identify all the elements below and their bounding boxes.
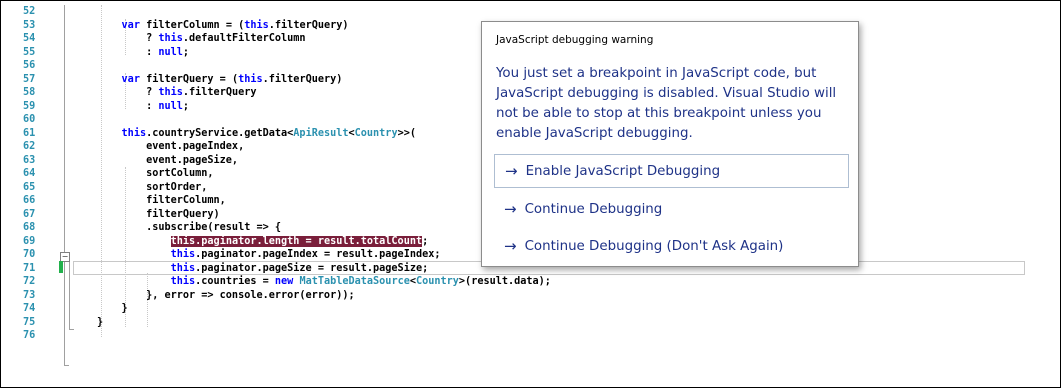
code-text: var filterColumn = (this.filterQuery) (121, 19, 349, 31)
line-number: 65 (23, 181, 36, 193)
javascript-debugging-warning-dialog: JavaScript debugging warning You just se… (481, 21, 859, 267)
code-text: var filterQuery = (this.filterQuery) (121, 73, 343, 85)
line-number: 60 (23, 114, 36, 125)
dialog-message: You just set a breakpoint in JavaScript … (496, 66, 837, 141)
code-text: this.countryService.getData<ApiResult<Co… (121, 127, 416, 139)
right-arrow-icon: → (505, 161, 518, 180)
outline-margin (69, 257, 70, 329)
code-text: : null; (97, 100, 190, 112)
line-number: 76 (23, 330, 36, 341)
code-text: ? this.defaultFilterColumn (97, 33, 306, 44)
line-number: 66 (23, 195, 36, 206)
line-number: 68 (23, 222, 36, 233)
code-text: : null; (97, 46, 190, 58)
line-number: 54 (23, 33, 36, 44)
code-editor[interactable]: − 52 53 var filterColumn = (this.filterQu… (0, 0, 1061, 388)
continue-debugging-dont-ask-again-button[interactable]: → Continue Debugging (Don't Ask Again) (494, 229, 849, 263)
line-number: 55 (23, 46, 36, 58)
change-bar (59, 261, 63, 273)
enable-javascript-debugging-button[interactable]: → Enable JavaScript Debugging (494, 154, 849, 188)
code-text: ? this.filterQuery (97, 87, 257, 98)
line-number: 57 (23, 73, 36, 85)
line-number: 72 (23, 276, 36, 287)
line-number: 62 (23, 141, 36, 152)
outline-margin (64, 5, 65, 365)
option-label: Continue Debugging (Don't Ask Again) (524, 238, 784, 254)
code-text: event.pageIndex, (97, 141, 245, 152)
code-text: this.countries = new MatTableDataSource<… (170, 276, 551, 287)
code-text: } (97, 316, 104, 328)
outline-end (69, 329, 74, 330)
line-number: 71 (23, 262, 36, 274)
code-text: .subscribe(result => { (97, 222, 282, 233)
option-label: Enable JavaScript Debugging (525, 163, 721, 179)
line-number: 74 (23, 303, 36, 314)
line-number: 75 (23, 316, 36, 328)
line-number: 61 (23, 127, 36, 139)
line-number: 73 (23, 289, 36, 301)
right-arrow-icon: → (504, 236, 517, 255)
line-number: 67 (23, 208, 36, 220)
line-number: 70 (23, 249, 36, 260)
code-text: this.paginator.pageSize = result.pageSiz… (170, 262, 429, 274)
code-text: sortOrder, (97, 181, 208, 193)
code-text: }, error => console.error(error)); (97, 289, 355, 301)
code-text: this.paginator.length = result.totalCoun… (170, 235, 429, 247)
code-text: filterQuery) (97, 208, 220, 220)
code-text: sortColumn, (97, 168, 214, 179)
outline-end (64, 365, 69, 366)
dialog-title: JavaScript debugging warning (496, 34, 654, 46)
code-text: event.pageSize, (97, 154, 239, 166)
code-text: filterColumn, (97, 195, 226, 206)
code-text: this.paginator.pageIndex = result.pageIn… (170, 249, 441, 260)
continue-debugging-button[interactable]: → Continue Debugging (494, 192, 849, 226)
line-number: 52 (23, 6, 36, 17)
line-number: 58 (23, 87, 36, 98)
code-text: } (97, 303, 128, 314)
line-number: 69 (23, 235, 36, 247)
line-number: 63 (23, 154, 36, 166)
line-number: 53 (23, 19, 36, 31)
line-number: 64 (23, 168, 36, 179)
option-label: Continue Debugging (524, 201, 663, 217)
line-number: 56 (23, 60, 36, 71)
right-arrow-icon: → (504, 199, 517, 218)
line-number: 59 (23, 100, 36, 112)
